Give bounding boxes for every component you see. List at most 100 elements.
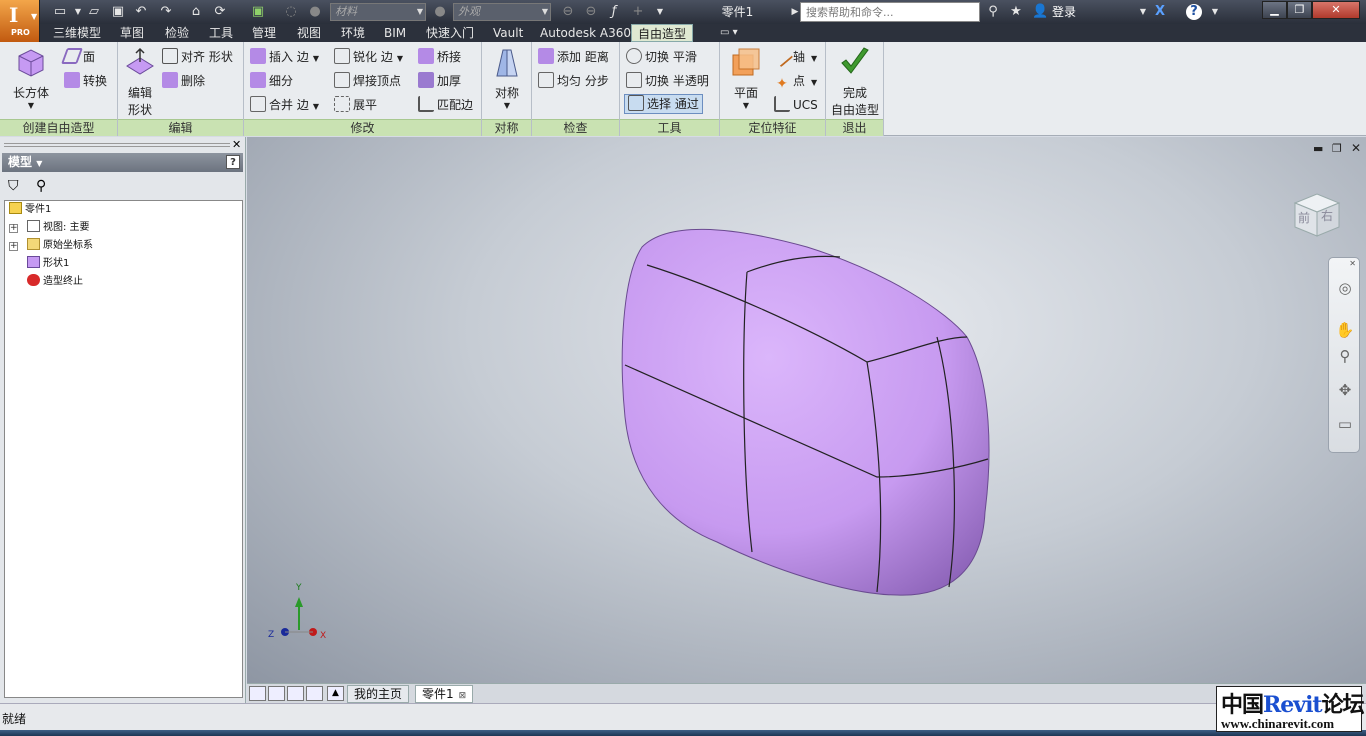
zoom-icon[interactable]: ⊖: [560, 4, 576, 20]
tree-node-view[interactable]: 视图: 主要: [27, 220, 90, 236]
ucs-button[interactable]: UCS: [774, 96, 818, 116]
convert-button[interactable]: 转换: [64, 72, 107, 92]
login-dropdown-icon[interactable]: ▼: [1135, 4, 1151, 20]
new-dropdown-icon[interactable]: ▼: [70, 4, 86, 20]
uniform-button[interactable]: 均匀 分步: [538, 72, 609, 92]
redo-icon[interactable]: ↷: [158, 4, 174, 20]
help-dropdown-icon[interactable]: ▼: [1207, 4, 1223, 20]
viewport-restore-icon[interactable]: ❐: [1332, 142, 1342, 155]
subdivide-button[interactable]: 细分: [250, 72, 293, 92]
match-edge-button[interactable]: 匹配边: [418, 96, 473, 116]
edit-form-button[interactable]: 编辑 形状: [120, 46, 160, 119]
toggle-transparent-button[interactable]: 切换 半透明: [626, 72, 709, 92]
help-search-input[interactable]: 搜索帮助和命令...: [800, 2, 980, 22]
toggle-smooth-button[interactable]: 切换 平滑: [626, 48, 697, 68]
browser-grip[interactable]: [4, 143, 230, 147]
open-icon[interactable]: ▱: [86, 4, 102, 20]
ribbon-display-toggle-icon[interactable]: ▭ ▾: [720, 24, 738, 42]
material-select[interactable]: 材料 ▼: [330, 3, 426, 21]
symmetry-button[interactable]: 对称 ▼: [486, 46, 528, 110]
browser-header[interactable]: 模型 ▼ ?: [2, 153, 243, 172]
restore-window-button[interactable]: ❐: [1287, 1, 1312, 19]
measure-icon[interactable]: ◌: [283, 4, 299, 20]
align-form-button[interactable]: 对齐 形状: [162, 48, 233, 68]
tab-part1[interactable]: 零件1 ⊠: [415, 685, 474, 703]
filter-icon[interactable]: ⛉: [8, 178, 19, 194]
appearance-select[interactable]: 外观 ▼: [453, 3, 551, 21]
tab-manage[interactable]: 管理: [252, 24, 276, 42]
face-button[interactable]: 面: [61, 48, 95, 68]
weld-vertices-button[interactable]: 焊接顶点: [334, 72, 401, 92]
steering-wheel-icon[interactable]: ◎: [1335, 278, 1355, 298]
color-icon[interactable]: ●: [307, 4, 323, 20]
tab-sketch[interactable]: 草图: [120, 24, 144, 42]
tab-view[interactable]: 视图: [297, 24, 321, 42]
find-binoculars-icon[interactable]: ⚲: [36, 178, 46, 194]
exchange-icon[interactable]: X: [1152, 4, 1168, 20]
axis-button[interactable]: 轴 ▼: [770, 44, 817, 68]
tab-bim[interactable]: BIM: [384, 24, 406, 42]
help-icon[interactable]: ?: [1186, 4, 1202, 20]
tab-tools[interactable]: 工具: [209, 24, 233, 42]
tab-freeform[interactable]: 自由造型: [631, 24, 694, 42]
tab-inspect[interactable]: 检验: [165, 24, 189, 42]
tree-node-origin[interactable]: 原始坐标系: [27, 238, 93, 254]
crease-edge-button[interactable]: 锐化 边 ▼: [334, 48, 403, 68]
add-icon[interactable]: +: [630, 4, 646, 20]
viewport-minimize-icon[interactable]: ▬: [1313, 142, 1323, 155]
zoom-icon[interactable]: ⚲: [1335, 346, 1355, 366]
tab-part1-close-icon[interactable]: ⊠: [459, 691, 467, 701]
tile-vertical-icon[interactable]: [306, 686, 323, 701]
orbit-icon[interactable]: ✥: [1335, 380, 1355, 400]
thicken-button[interactable]: 加厚: [418, 72, 461, 92]
flatten-button[interactable]: 展平: [334, 96, 377, 116]
box-button[interactable]: 长方体 ▼: [6, 46, 56, 110]
look-at-icon[interactable]: ▭: [1335, 414, 1355, 434]
viewport-close-icon[interactable]: ✕: [1351, 141, 1361, 155]
update-icon[interactable]: ⟳: [212, 4, 228, 20]
viewcube[interactable]: 前 右: [1292, 189, 1342, 239]
pan-icon[interactable]: ⊖: [583, 4, 599, 20]
tab-environment[interactable]: 环境: [341, 24, 365, 42]
expand-view-icon[interactable]: +: [9, 224, 18, 233]
tab-get-started[interactable]: 快速入门: [426, 24, 474, 42]
application-menu-button[interactable]: I ▼ PRO: [0, 0, 40, 42]
tab-list-icon[interactable]: ▲: [327, 686, 344, 701]
tree-node-part[interactable]: 零件1: [9, 202, 51, 218]
cascade-windows-icon[interactable]: [249, 686, 266, 701]
select-through-button[interactable]: 选择 通过: [624, 94, 703, 114]
home-icon[interactable]: ⌂: [188, 4, 204, 20]
pan-hand-icon[interactable]: ✋: [1335, 320, 1355, 340]
insert-edge-button[interactable]: 插入 边 ▼: [250, 48, 319, 68]
navbar-close-icon[interactable]: ✕: [1349, 259, 1356, 268]
point-button[interactable]: ✦ 点 ▼: [774, 72, 817, 92]
function-icon[interactable]: ƒ: [606, 4, 622, 20]
graphics-viewport[interactable]: Y Z X 前 右 ▬ ❐ ✕ ✕ ◎ ✋ ⚲ ✥ ▭: [247, 137, 1366, 683]
login-button[interactable]: 登录: [1052, 0, 1076, 24]
browser-help-icon[interactable]: ?: [226, 155, 240, 169]
minimize-window-button[interactable]: ▁: [1262, 1, 1287, 19]
delete-button[interactable]: 删除: [162, 72, 205, 92]
bridge-button[interactable]: 桥接: [418, 48, 461, 68]
customize-dropdown-icon[interactable]: ▼: [652, 4, 668, 20]
save-icon[interactable]: ▣: [110, 4, 126, 20]
add-distance-button[interactable]: 添加 距离: [538, 48, 609, 68]
tab-3d-model[interactable]: 三维模型: [53, 24, 101, 42]
close-window-button[interactable]: ✕: [1312, 1, 1360, 19]
new-file-icon[interactable]: ▭: [52, 4, 68, 20]
tree-node-end-of-part[interactable]: 造型终止: [27, 274, 83, 290]
merge-edge-button[interactable]: 合并 边 ▼: [250, 96, 319, 116]
undo-icon[interactable]: ↶: [133, 4, 149, 20]
freeform-shape[interactable]: [247, 137, 1366, 683]
tree-node-freeform[interactable]: 形状1: [27, 256, 69, 272]
plane-button[interactable]: 平面 ▼: [724, 46, 768, 110]
tab-vault[interactable]: Vault: [493, 24, 523, 42]
browser-close-icon[interactable]: ✕: [232, 138, 241, 151]
binoculars-icon[interactable]: ⚲: [985, 4, 1001, 20]
favorites-star-icon[interactable]: ★: [1008, 4, 1024, 20]
expand-origin-icon[interactable]: +: [9, 242, 18, 251]
tile-horizontal-icon[interactable]: [287, 686, 304, 701]
tab-a360[interactable]: Autodesk A360: [540, 24, 631, 42]
finish-freeform-button[interactable]: 完成 自由造型: [828, 46, 882, 119]
tab-my-home[interactable]: 我的主页: [347, 685, 410, 703]
